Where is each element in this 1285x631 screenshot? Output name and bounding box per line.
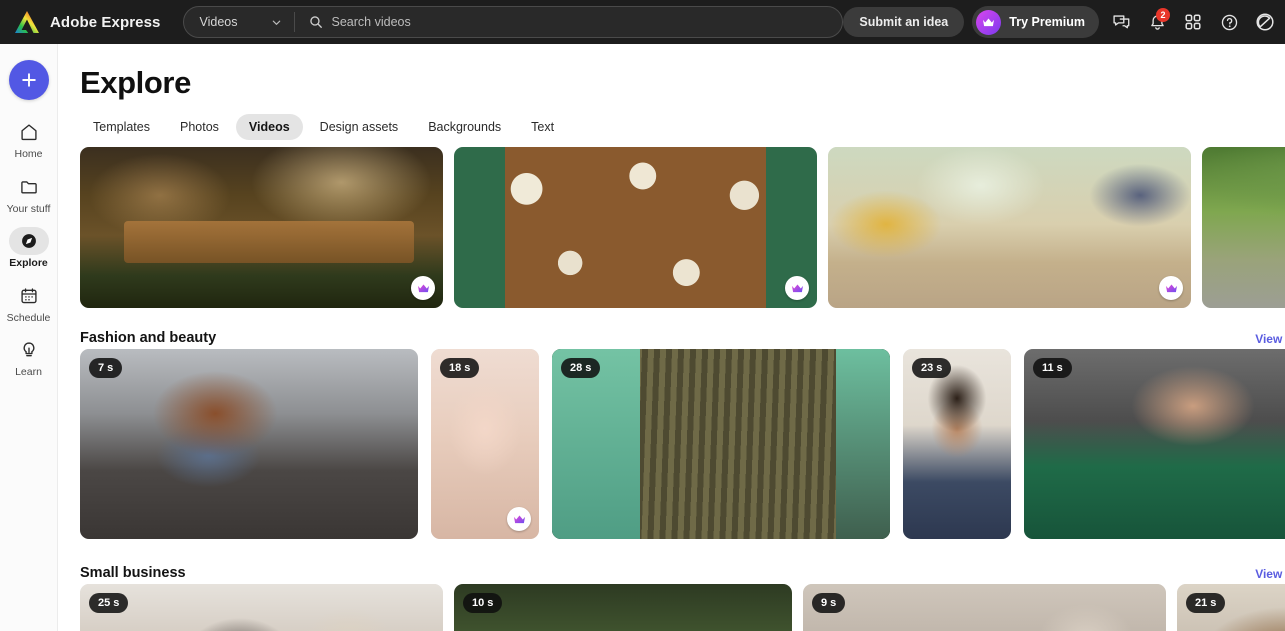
duration-badge: 21 s: [1186, 593, 1226, 613]
sidebar-item-home[interactable]: Home: [2, 118, 56, 161]
sidebar-item-label: Your stuff: [6, 202, 51, 215]
chat-icon[interactable]: [1107, 8, 1135, 36]
crown-icon: [513, 514, 525, 523]
home-icon: [9, 118, 49, 146]
crown-icon: [976, 9, 1002, 35]
help-icon[interactable]: [1215, 8, 1243, 36]
video-thumbnail: [828, 147, 1191, 308]
sidebar-item-label: Home: [14, 148, 43, 160]
create-new-button[interactable]: [8, 60, 49, 100]
folder-icon: [9, 173, 49, 201]
bell-icon[interactable]: 2: [1143, 8, 1171, 36]
video-card[interactable]: [1202, 147, 1285, 308]
adobe-logo-icon: [15, 11, 39, 33]
video-thumbnail: [454, 147, 817, 308]
premium-badge: [785, 276, 809, 300]
search-icon: [309, 16, 322, 28]
video-card[interactable]: 21 s: [1177, 584, 1285, 631]
duration-badge: 23 s: [912, 358, 952, 378]
video-thumbnail: [80, 584, 443, 631]
content-scroll-area[interactable]: Fashion and beauty View all 7 s 18 s 28 …: [58, 44, 1285, 631]
video-card[interactable]: [828, 147, 1191, 308]
video-thumbnail: [454, 584, 792, 631]
sidebar-item-your-stuff[interactable]: Your stuff: [2, 173, 56, 216]
lightbulb-icon: [9, 336, 49, 364]
crown-icon: [417, 283, 429, 292]
video-thumbnail: [80, 147, 443, 308]
video-card[interactable]: 23 s: [903, 349, 1011, 539]
try-premium-button[interactable]: Try Premium: [972, 6, 1099, 38]
video-card[interactable]: 11 s: [1024, 349, 1285, 539]
top-bar: Adobe Express Videos Search videos Submi…: [0, 0, 1285, 44]
video-card[interactable]: 10 s: [454, 584, 792, 631]
video-card[interactable]: [80, 147, 443, 308]
plus-icon: [21, 73, 36, 87]
topbar-actions: Submit an idea Try Premium 2: [843, 6, 1285, 38]
duration-badge: 18 s: [440, 358, 480, 378]
duration-badge: 25 s: [89, 593, 129, 613]
duration-badge: 10 s: [463, 593, 503, 613]
submit-idea-button[interactable]: Submit an idea: [843, 7, 965, 37]
sidebar-item-label: Schedule: [6, 311, 51, 324]
view-all-small-business[interactable]: View all: [1255, 567, 1285, 581]
creative-cloud-icon[interactable]: [1251, 8, 1279, 36]
video-thumbnail: [803, 584, 1166, 631]
view-all-fashion-and-beauty[interactable]: View all: [1255, 332, 1285, 346]
duration-badge: 28 s: [561, 358, 601, 378]
video-card[interactable]: 25 s: [80, 584, 443, 631]
main-content: Explore Templates Photos Videos Design a…: [58, 44, 1285, 631]
chevron-down-icon: [272, 20, 280, 25]
video-card[interactable]: 28 s: [552, 349, 890, 539]
section-title-fashion-and-beauty: Fashion and beauty: [80, 330, 217, 346]
search-bar[interactable]: Videos Search videos: [182, 6, 844, 38]
video-thumbnail: [1202, 147, 1285, 308]
search-scope-value: Videos: [199, 15, 238, 29]
premium-badge: [411, 276, 435, 300]
sidebar-item-schedule[interactable]: Schedule: [2, 282, 56, 325]
video-card[interactable]: [454, 147, 817, 308]
duration-badge: 7 s: [89, 358, 123, 378]
duration-badge: 11 s: [1033, 358, 1072, 378]
video-thumbnail: [80, 349, 418, 539]
sidebar-item-label: Explore: [9, 257, 48, 270]
sidebar-item-explore[interactable]: Explore: [2, 227, 56, 270]
calendar-icon: [9, 282, 49, 310]
premium-badge: [507, 507, 531, 531]
notification-count-badge: 2: [1156, 8, 1170, 22]
brand[interactable]: Adobe Express: [0, 10, 161, 34]
video-card[interactable]: 7 s: [80, 349, 418, 539]
crown-glyph-icon: [983, 17, 995, 26]
left-sidebar: Home Your stuff Explore Schedule Learn: [0, 44, 58, 631]
video-thumbnail: [552, 349, 890, 539]
search-scope-dropdown[interactable]: Videos: [184, 7, 294, 37]
duration-badge: 9 s: [812, 593, 846, 613]
premium-badge: [1159, 276, 1183, 300]
crown-icon: [791, 283, 803, 292]
compass-icon: [8, 227, 49, 256]
search-input[interactable]: Search videos: [295, 7, 843, 37]
apps-grid-icon[interactable]: [1179, 8, 1207, 36]
video-card[interactable]: 9 s: [803, 584, 1166, 631]
try-premium-label: Try Premium: [1009, 15, 1085, 29]
search-placeholder: Search videos: [331, 15, 411, 29]
section-title-small-business: Small business: [80, 565, 186, 581]
sidebar-item-learn[interactable]: Learn: [2, 336, 56, 379]
sidebar-item-label: Learn: [15, 366, 42, 379]
video-card[interactable]: 18 s: [431, 349, 539, 539]
crown-icon: [1165, 283, 1177, 292]
brand-name: Adobe Express: [50, 13, 161, 31]
